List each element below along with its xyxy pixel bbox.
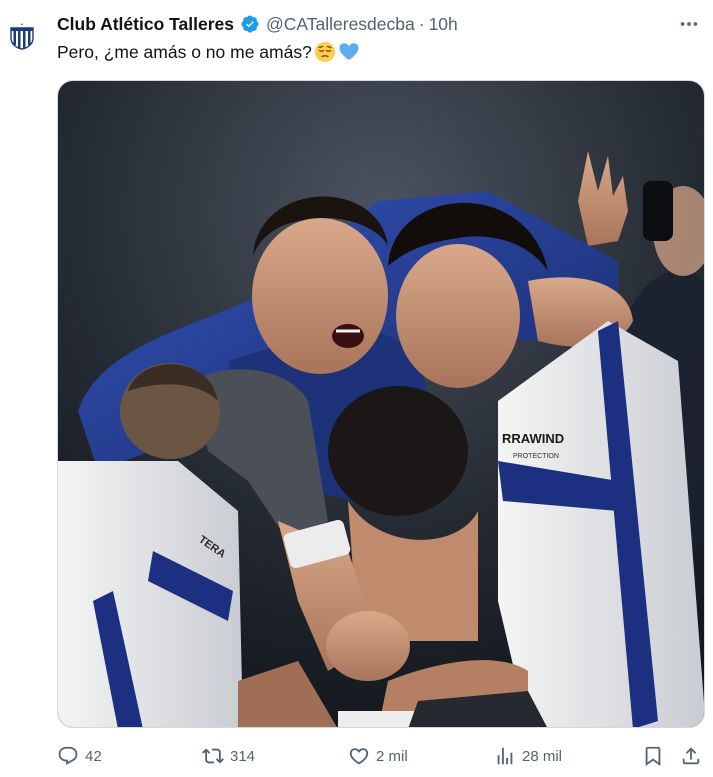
tweet-actions-bar: 42 314 2 mil 28 mil [57,740,705,772]
timestamp[interactable]: 10h [429,14,458,35]
reply-button[interactable]: 42 [57,740,102,772]
tweet-photo[interactable]: RRAWIND PROTECTION TERA [57,80,705,728]
club-avatar[interactable] [8,22,36,50]
more-horizontal-icon [680,22,698,26]
views-count: 28 mil [522,747,563,765]
reply-count: 42 [85,747,102,765]
repost-count: 314 [230,747,256,765]
views-button[interactable]: 28 mil [494,740,562,772]
verified-badge-icon[interactable] [240,14,260,34]
bookmark-icon [645,746,661,767]
analytics-icon [497,747,513,765]
celebration-photo: RRAWIND PROTECTION TERA [58,81,704,727]
share-icon [682,747,700,765]
like-button[interactable]: 2 mil [348,740,408,772]
heart-icon [349,748,369,765]
club-crest-icon [10,23,34,50]
tweet-header: Club Atlético Talleres @CATalleresdecba … [57,10,458,38]
like-count: 2 mil [376,747,408,765]
share-button[interactable] [680,740,702,772]
reply-icon [58,746,78,765]
user-handle[interactable]: @CATalleresdecba [266,14,415,35]
repost-icon [202,748,224,764]
more-options-button[interactable] [677,12,701,36]
separator-dot: · [418,13,425,34]
repost-button[interactable]: 314 [202,740,255,772]
display-name[interactable]: Club Atlético Talleres [57,14,234,35]
bookmark-button[interactable] [642,740,664,772]
kit-sponsor-subtext: PROTECTION [513,453,559,460]
kit-sponsor-text: RRAWIND [502,431,564,446]
tweet-text: Pero, ¿me amás o no me amás? [57,40,360,64]
light-blue-heart-icon [338,41,360,63]
tweet-text-content: Pero, ¿me amás o no me amás? [57,42,312,62]
pensive-face-icon [314,41,336,63]
